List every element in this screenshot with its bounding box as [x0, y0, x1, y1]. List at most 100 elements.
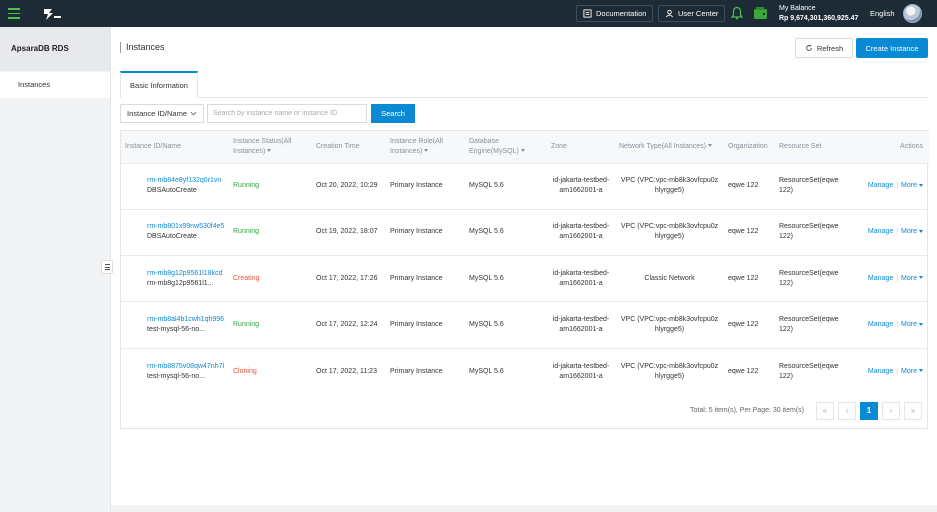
database-engine: MySQL 5.6 — [465, 162, 547, 210]
instance-id-link[interactable]: rm-mb84e8yf132q0r1vn — [147, 176, 225, 186]
documentation-label: Documentation — [596, 9, 647, 18]
database-engine: MySQL 5.6 — [465, 301, 547, 349]
status-cell: Running — [229, 301, 312, 349]
page-1-button[interactable]: 1 — [860, 401, 878, 420]
zone: id-jakarta-testbed-am1662001-a — [547, 301, 615, 349]
header-engine[interactable]: Database Engine(MySQL) — [465, 131, 547, 163]
instance-name: test-mysql-56-no... — [147, 372, 205, 380]
refresh-icon — [805, 44, 812, 51]
database-engine: MySQL 5.6 — [465, 347, 547, 395]
next-page-button[interactable]: › — [882, 401, 900, 420]
instance-role: Primary Instance — [386, 208, 465, 256]
language-selector[interactable]: English — [870, 9, 895, 18]
more-dropdown[interactable]: More — [901, 368, 923, 375]
chevron-down-icon — [190, 111, 197, 116]
table-header-row: Instance ID/Name Instance Status(All Ins… — [121, 131, 929, 163]
manage-link[interactable]: Manage — [868, 228, 893, 235]
sidebar-collapse-icon[interactable] — [101, 260, 113, 274]
header-network[interactable]: Network Type(All Instances) — [615, 131, 724, 163]
zone: id-jakarta-testbed-am1662001-a — [547, 347, 615, 395]
create-instance-button[interactable]: Create Instance — [856, 38, 928, 58]
more-dropdown[interactable]: More — [901, 182, 923, 189]
organization: eqwe 122 — [724, 208, 775, 256]
instance-id-link[interactable]: rm-mb8al4b1cwh1qh996 — [147, 315, 225, 325]
table-row: rm-mb84e8yf132q0r1vn DBSAutoCreate Running… — [121, 162, 929, 210]
search-input[interactable] — [207, 104, 367, 123]
actions-cell: Manage | More — [849, 347, 929, 395]
prev-page-button[interactable]: ‹ — [838, 401, 856, 420]
creation-time: Oct 17, 2022, 17:26 — [312, 255, 386, 302]
network-type: Classic Network — [615, 255, 724, 302]
header-role[interactable]: Instance Role(All Instances) — [386, 131, 465, 163]
creation-time: Oct 19, 2022, 18:07 — [312, 208, 386, 256]
action-separator: | — [896, 182, 899, 190]
balance-amount: Rp 9,674,301,360,925.47 — [779, 15, 859, 22]
instance-name: DBSAutoCreate — [147, 233, 197, 241]
logo[interactable] — [42, 7, 62, 21]
table-row: rm-mb8875v08qw47nh7l test-mysql-56-no... C… — [121, 347, 929, 395]
filter-select[interactable]: Instance ID/Name — [120, 104, 204, 123]
balance-display[interactable]: My Balance Rp 9,674,301,360,925.47 — [779, 4, 858, 24]
organization: eqwe 122 — [724, 301, 775, 349]
pagination: Total: 5 item(s), Per Page: 30 item(s) «… — [120, 393, 928, 428]
action-separator: | — [896, 367, 899, 375]
search-button[interactable]: Search — [371, 104, 415, 123]
avatar[interactable] — [903, 4, 922, 23]
zone: id-jakarta-testbed-am1662001-a — [547, 255, 615, 302]
instance-name: DBSAutoCreate — [147, 187, 197, 195]
bell-icon[interactable] — [730, 6, 744, 20]
more-dropdown[interactable]: More — [901, 321, 923, 328]
header-instance-id: Instance ID/Name — [121, 131, 229, 163]
instance-id-link[interactable]: rm-mb801x99nw530f4e5 — [147, 222, 225, 232]
table-row: rm-mb8al4b1cwh1qh996 test-mysql-56-no... R… — [121, 301, 929, 349]
first-page-button[interactable]: « — [816, 401, 834, 420]
action-separator: | — [896, 274, 899, 282]
resource-set: ResourceSet(eqwe 122) — [775, 347, 849, 395]
resource-set: ResourceSet(eqwe 122) — [775, 301, 849, 349]
creation-time: Oct 20, 2022, 10:29 — [312, 162, 386, 210]
page-title: Instances — [120, 42, 165, 53]
tab-basic-information[interactable]: Basic Information — [120, 71, 198, 98]
header-status[interactable]: Instance Status(All Instances) — [229, 131, 312, 163]
instance-id-cell: rm-mb8al4b1cwh1qh996 test-mysql-56-no... — [121, 301, 229, 349]
status-cell: Creating — [229, 255, 312, 302]
network-type: VPC (VPC:vpc-mb8k3ovfcpu0zhlyrgge5) — [615, 301, 724, 349]
more-dropdown[interactable]: More — [901, 228, 923, 235]
refresh-button[interactable]: Refresh — [795, 38, 853, 58]
status-cell: Cloning — [229, 347, 312, 395]
zone: id-jakarta-testbed-am1662001-a — [547, 208, 615, 256]
header-creation-time: Creation Time — [312, 131, 386, 163]
last-page-button[interactable]: » — [904, 401, 922, 420]
status-badge: Creating — [233, 274, 260, 282]
instance-role: Primary Instance — [386, 347, 465, 395]
instance-id-link[interactable]: rm-mb8g12p9561l18kcd — [147, 269, 225, 279]
status-badge: Running — [233, 228, 260, 236]
network-type: VPC (VPC:vpc-mb8k3ovfcpu0zhlyrgge5) — [615, 347, 724, 395]
actions-cell: Manage | More — [849, 301, 929, 349]
bottom-strip — [111, 505, 937, 512]
database-engine: MySQL 5.6 — [465, 208, 547, 256]
instance-id-link[interactable]: rm-mb8875v08qw47nh7l — [147, 362, 225, 372]
manage-link[interactable]: Manage — [868, 182, 893, 189]
instance-role: Primary Instance — [386, 162, 465, 210]
refresh-label: Refresh — [816, 43, 844, 53]
manage-link[interactable]: Manage — [868, 321, 893, 328]
documentation-button[interactable]: Documentation — [576, 5, 654, 22]
sidebar-item-instances[interactable]: Instances — [0, 72, 110, 98]
database-engine: MySQL 5.6 — [465, 255, 547, 302]
balance-label: My Balance — [779, 5, 816, 12]
document-icon — [583, 9, 592, 18]
menu-icon[interactable] — [8, 8, 20, 19]
manage-link[interactable]: Manage — [868, 368, 893, 375]
more-dropdown[interactable]: More — [901, 275, 923, 282]
user-center-label: User Center — [678, 9, 719, 18]
organization: eqwe 122 — [724, 255, 775, 302]
header-organization: Organization — [724, 131, 775, 163]
header-actions: Actions — [849, 131, 929, 163]
table-row: rm-mb801x99nw530f4e5 DBSAutoCreate Running… — [121, 208, 929, 256]
header-zone: Zone — [547, 131, 615, 163]
user-center-button[interactable]: User Center — [658, 5, 726, 22]
manage-link[interactable]: Manage — [868, 275, 893, 282]
network-type: VPC (VPC:vpc-mb8k3ovfcpu0zhlyrgge5) — [615, 208, 724, 256]
wallet-icon[interactable] — [753, 6, 768, 20]
